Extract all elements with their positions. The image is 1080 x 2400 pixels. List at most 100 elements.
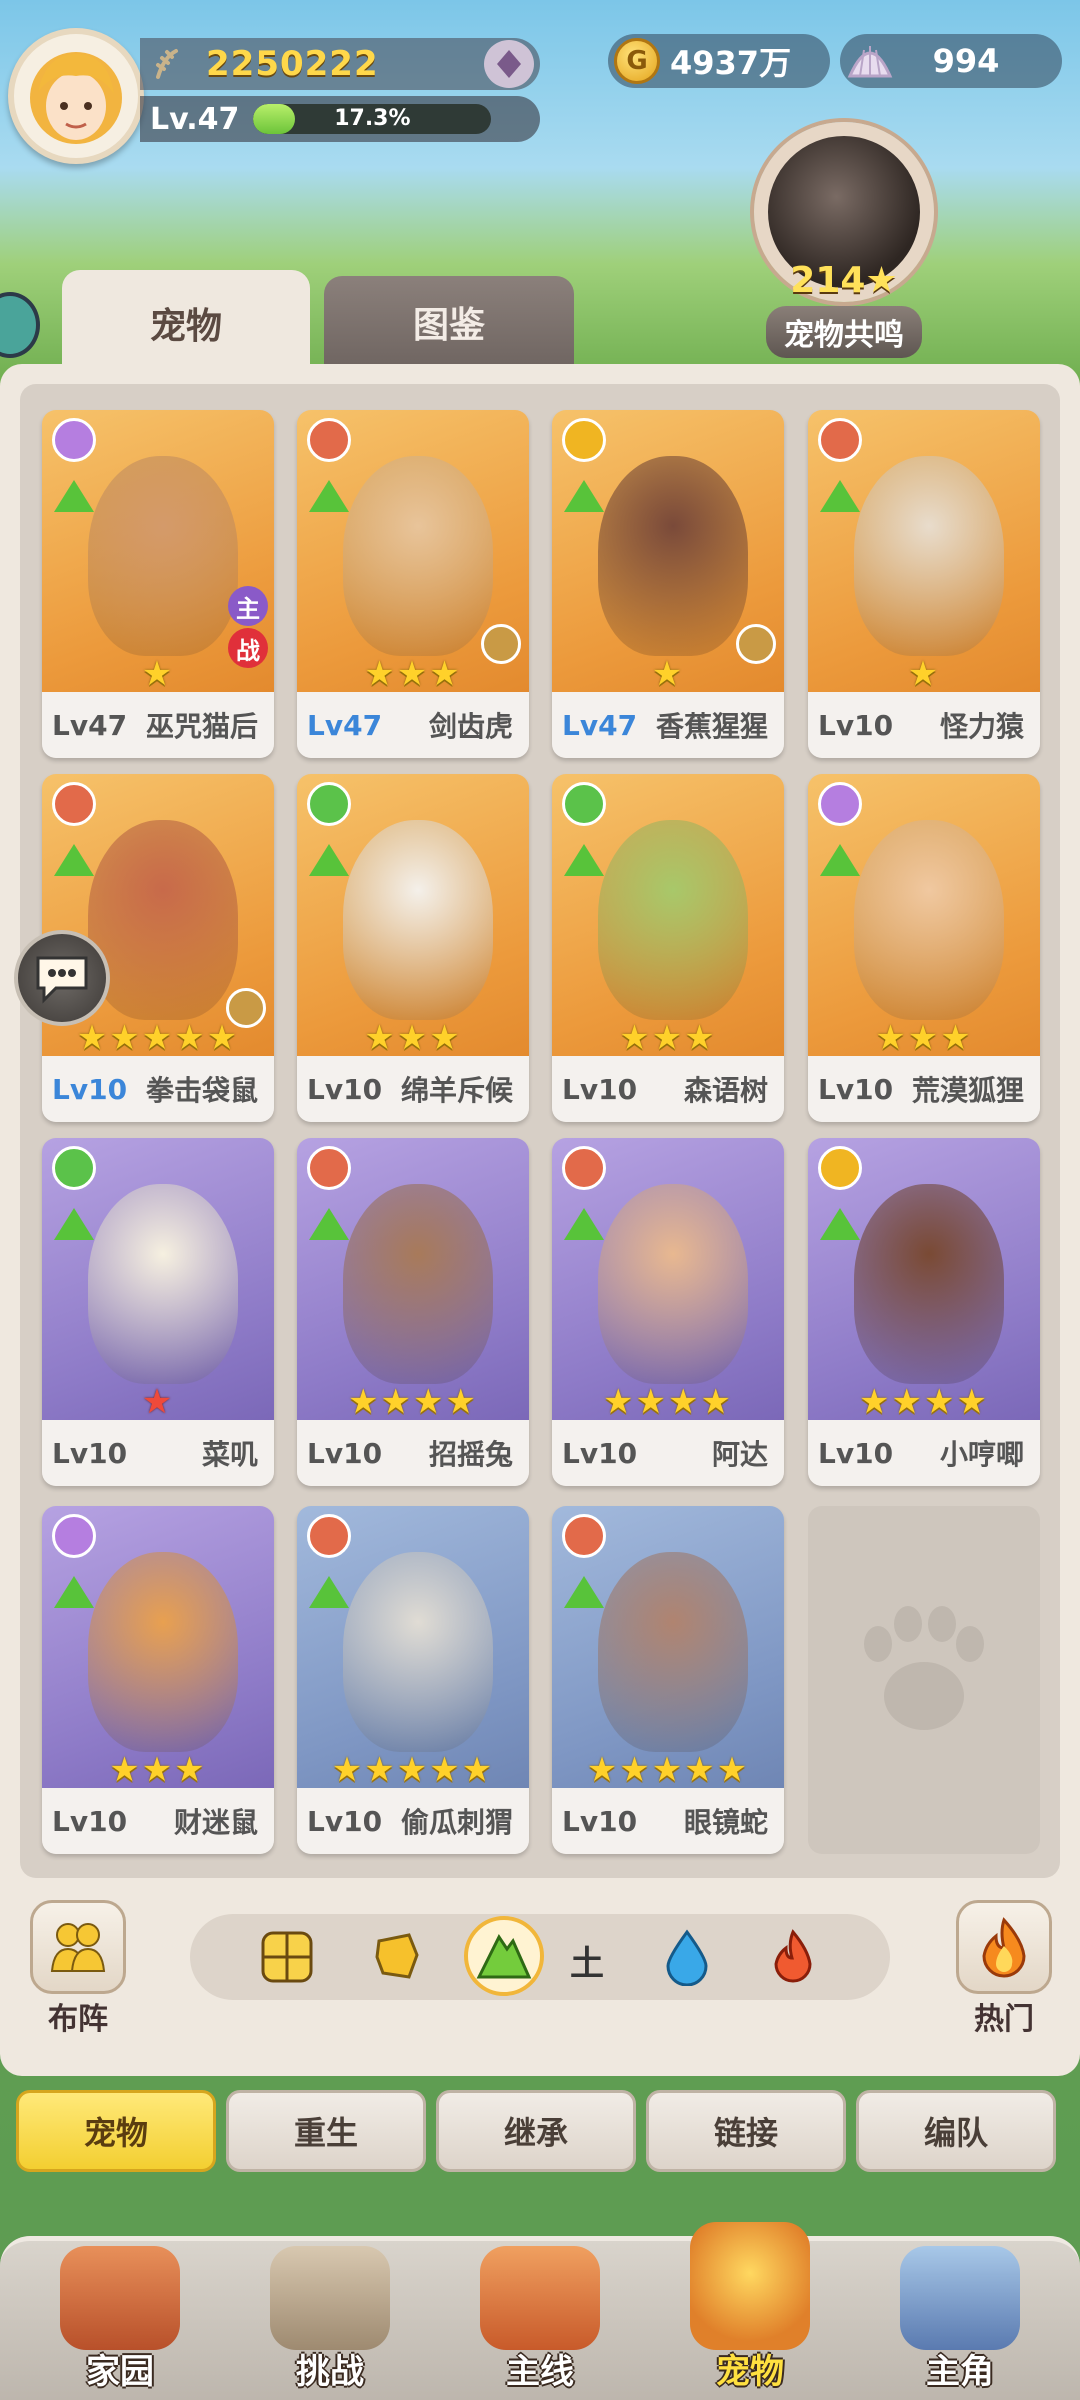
pet-portrait <box>598 1552 748 1752</box>
pet-type-icon <box>818 782 862 826</box>
chat-icon <box>36 956 88 1004</box>
nav-character[interactable]: 主角 <box>880 2232 1040 2400</box>
pet-name: 财迷鼠 <box>173 1806 258 1839</box>
home-icon <box>60 2246 180 2350</box>
main-badge-bottom: 战 <box>228 628 268 668</box>
pets-nav-icon <box>690 2222 810 2350</box>
pet-card[interactable]: ★★★★ Lv10 小哼唧 <box>808 1138 1040 1486</box>
pet-level: Lv10 <box>818 1436 894 1470</box>
pet-card[interactable]: ★★★ Lv47 剑齿虎 <box>297 410 529 758</box>
earth-element-icon <box>564 480 604 512</box>
shell-counter[interactable]: 994 <box>840 34 1062 88</box>
player-avatar[interactable] <box>8 28 144 164</box>
resonance-label: 宠物共鸣 <box>766 306 922 358</box>
pet-card[interactable]: ★★★ Lv10 财迷鼠 <box>42 1506 274 1854</box>
tab-pets[interactable]: 宠物 <box>62 270 310 376</box>
nav-challenge[interactable]: 挑战 <box>250 2232 410 2400</box>
formation-button[interactable] <box>30 1900 126 1994</box>
pet-card[interactable]: ★★★★ Lv10 招摇兔 <box>297 1138 529 1486</box>
coin-counter[interactable]: G 4937万 <box>608 34 830 88</box>
pet-card[interactable]: ★ Lv10 怪力猿 <box>808 410 1040 758</box>
pet-portrait <box>598 820 748 1020</box>
pet-name: 阿达 <box>711 1438 768 1471</box>
grid-icon <box>261 1931 313 1983</box>
pet-type-icon <box>307 1146 351 1190</box>
chat-bubble-button[interactable] <box>14 930 110 1026</box>
side-creature-icon <box>0 292 40 358</box>
earth-element-icon <box>820 480 860 512</box>
action-tab-inherit[interactable]: 继承 <box>436 2090 636 2172</box>
element-label: 土 <box>570 1944 604 1984</box>
challenge-icon <box>270 2246 390 2350</box>
action-tab-rebirth[interactable]: 重生 <box>226 2090 426 2172</box>
filter-fire-button[interactable] <box>758 1922 828 1992</box>
pet-type-icon <box>562 418 606 462</box>
pet-card[interactable]: ★★★ Lv10 绵羊斥候 <box>297 774 529 1122</box>
earth-element-icon <box>476 1934 532 1979</box>
hot-button[interactable] <box>956 1900 1052 1994</box>
pet-type-icon <box>307 418 351 462</box>
pet-card[interactable]: ★★★ Lv10 荒漠狐狸 <box>808 774 1040 1122</box>
earth-element-icon <box>309 480 349 512</box>
pet-mini-icon[interactable] <box>484 40 534 88</box>
action-tab-pets[interactable]: 宠物 <box>16 2090 216 2172</box>
player-level: Lv.47 <box>150 101 240 137</box>
action-tab-team[interactable]: 编队 <box>856 2090 1056 2172</box>
pet-portrait <box>598 456 748 656</box>
pet-card-label: Lv10 小哼唧 <box>808 1420 1040 1486</box>
pet-card[interactable]: ★ 主战 Lv47 巫咒猫后 <box>42 410 274 758</box>
pet-level: Lv10 <box>52 1804 128 1838</box>
paw-icon <box>864 1606 984 1730</box>
pet-type-icon <box>52 1146 96 1190</box>
pet-level: Lv10 <box>562 1804 638 1838</box>
nav-main-quest-label: 主线 <box>506 2352 574 2392</box>
pet-name: 森语树 <box>683 1074 768 1107</box>
earth-element-icon <box>54 1576 94 1608</box>
shell-icon <box>847 46 893 78</box>
tab-codex[interactable]: 图鉴 <box>324 276 574 368</box>
pet-card[interactable]: ★★★ Lv10 森语树 <box>552 774 784 1122</box>
exp-percent: 17.3% <box>334 106 411 131</box>
earth-element-icon <box>820 1208 860 1240</box>
pet-type-icon <box>818 418 862 462</box>
pet-portrait <box>854 1184 1004 1384</box>
pet-card[interactable]: ★★★★★ Lv10 眼镜蛇 <box>552 1506 784 1854</box>
nav-main-quest[interactable]: 主线 <box>460 2232 620 2400</box>
filter-metal-button[interactable] <box>362 1922 432 1992</box>
pet-card[interactable]: ★★★★ Lv10 阿达 <box>552 1138 784 1486</box>
earth-element-icon <box>309 844 349 876</box>
pet-type-icon <box>307 782 351 826</box>
pet-card-label: Lv10 绵羊斥候 <box>297 1056 529 1122</box>
filter-all-button[interactable] <box>252 1922 322 1992</box>
nav-pets[interactable]: 宠物 <box>670 2222 830 2400</box>
fire-element-icon <box>774 1929 812 1983</box>
nav-home-label: 家园 <box>86 2352 154 2392</box>
pet-card[interactable]: ★ Lv47 香蕉猩猩 <box>552 410 784 758</box>
pet-name: 菜叽 <box>201 1438 258 1471</box>
pet-card-label: Lv10 荒漠狐狸 <box>808 1056 1040 1122</box>
power-bar: 2250222 <box>140 38 540 90</box>
pet-resonance-button[interactable]: 214★ 宠物共鸣 <box>736 122 952 360</box>
pet-stars: ★★★★★ <box>586 1750 750 1790</box>
equipment-icon <box>226 988 266 1028</box>
nav-home[interactable]: 家园 <box>40 2232 200 2400</box>
pet-level: Lv47 <box>52 708 128 742</box>
pet-card[interactable]: ★★★★★ Lv10 偷瓜刺猬 <box>297 1506 529 1854</box>
pet-type-icon <box>562 782 606 826</box>
avatar-portrait <box>30 52 122 144</box>
earth-element-icon <box>54 480 94 512</box>
pet-card[interactable]: ★ Lv10 菜叽 <box>42 1138 274 1486</box>
pet-name: 绵羊斥候 <box>400 1074 513 1107</box>
pet-level: Lv10 <box>52 1436 128 1470</box>
filter-earth-button[interactable] <box>464 1916 544 1996</box>
character-icon <box>900 2246 1020 2350</box>
pet-name: 拳击袋鼠 <box>145 1074 258 1107</box>
pet-level: Lv47 <box>307 708 383 742</box>
pet-card-label: Lv10 财迷鼠 <box>42 1788 274 1854</box>
filter-water-button[interactable] <box>652 1922 722 1992</box>
action-tab-link[interactable]: 链接 <box>646 2090 846 2172</box>
pet-portrait <box>343 1184 493 1384</box>
pet-portrait <box>343 1552 493 1752</box>
coin-value: 4937万 <box>670 44 792 82</box>
pet-type-icon <box>52 418 96 462</box>
